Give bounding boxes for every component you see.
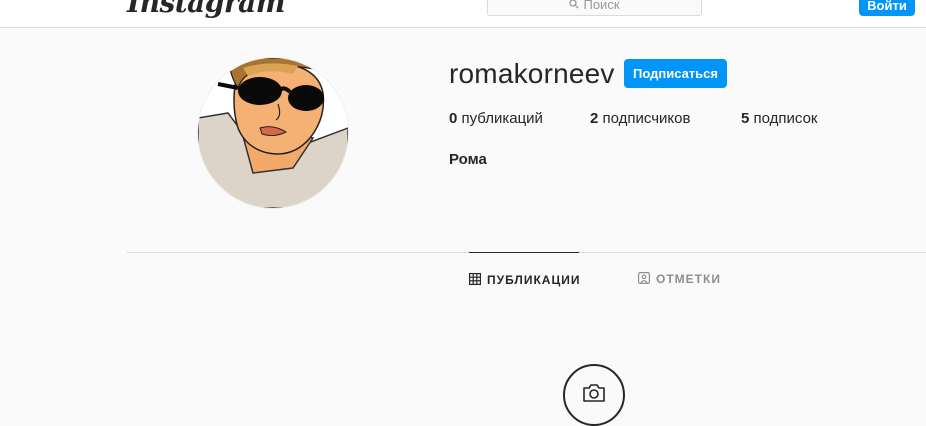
- tab-posts-label: ПУБЛИКАЦИИ: [487, 273, 581, 287]
- stat-posts: 0 публикаций: [449, 110, 543, 127]
- search-placeholder: Поиск: [583, 0, 620, 12]
- empty-state-camera: [563, 364, 625, 426]
- tab-posts[interactable]: ПУБЛИКАЦИИ: [469, 252, 579, 307]
- login-button[interactable]: Войти: [859, 0, 915, 16]
- stat-following-count: 5: [741, 110, 750, 127]
- stat-posts-count: 0: [449, 110, 458, 127]
- stat-following[interactable]: 5 подписок: [741, 110, 817, 127]
- avatar-illustration: [198, 58, 348, 208]
- search-box[interactable]: Поиск: [487, 0, 702, 16]
- stat-followers-label: подписчиков: [602, 110, 691, 127]
- stat-following-label: подписок: [753, 110, 818, 127]
- top-nav-bar: Instagram Поиск Войти: [0, 0, 926, 28]
- profile-avatar[interactable]: [198, 58, 348, 208]
- stat-posts-label: публикаций: [461, 110, 543, 127]
- grid-icon: [469, 272, 482, 288]
- camera-icon: [582, 383, 606, 408]
- stat-followers[interactable]: 2 подписчиков: [590, 110, 690, 127]
- follow-button[interactable]: Подписаться: [624, 59, 727, 88]
- profile-full-name: Рома: [449, 151, 487, 168]
- tagged-user-icon: [638, 271, 651, 287]
- stat-followers-count: 2: [590, 110, 599, 127]
- tab-tagged-label: ОТМЕТКИ: [656, 272, 721, 286]
- search-icon: [569, 0, 580, 9]
- profile-username: romakorneev: [449, 58, 615, 89]
- instagram-logo[interactable]: Instagram: [127, 0, 285, 19]
- tab-tagged[interactable]: ОТМЕТКИ: [638, 252, 721, 306]
